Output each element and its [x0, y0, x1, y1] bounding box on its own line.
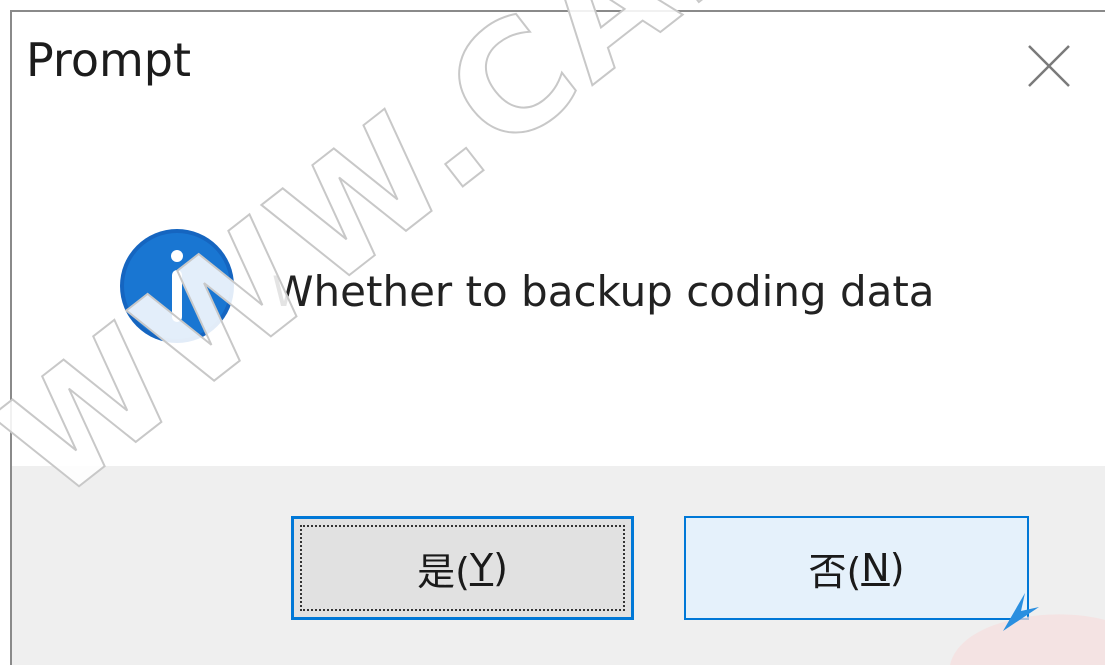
- yes-button-tail: ): [493, 546, 508, 590]
- no-button-label: 否(: [808, 549, 862, 594]
- yes-button-label: 是(: [417, 549, 470, 594]
- dialog-title: Prompt: [26, 33, 192, 87]
- cursor-mark-icon: [1003, 593, 1039, 631]
- yes-button[interactable]: 是(Y): [291, 516, 634, 620]
- window-border-top: [10, 10, 1105, 12]
- message-dialog: Prompt Whether to backup coding data 是(Y…: [0, 0, 1105, 665]
- no-button-accelerator: N: [861, 546, 890, 590]
- yes-button-accelerator: Y: [469, 546, 494, 590]
- no-button-tail: ): [889, 546, 905, 590]
- dialog-message: Whether to backup coding data: [272, 267, 935, 316]
- info-icon: [120, 229, 234, 343]
- close-icon[interactable]: [1023, 40, 1075, 92]
